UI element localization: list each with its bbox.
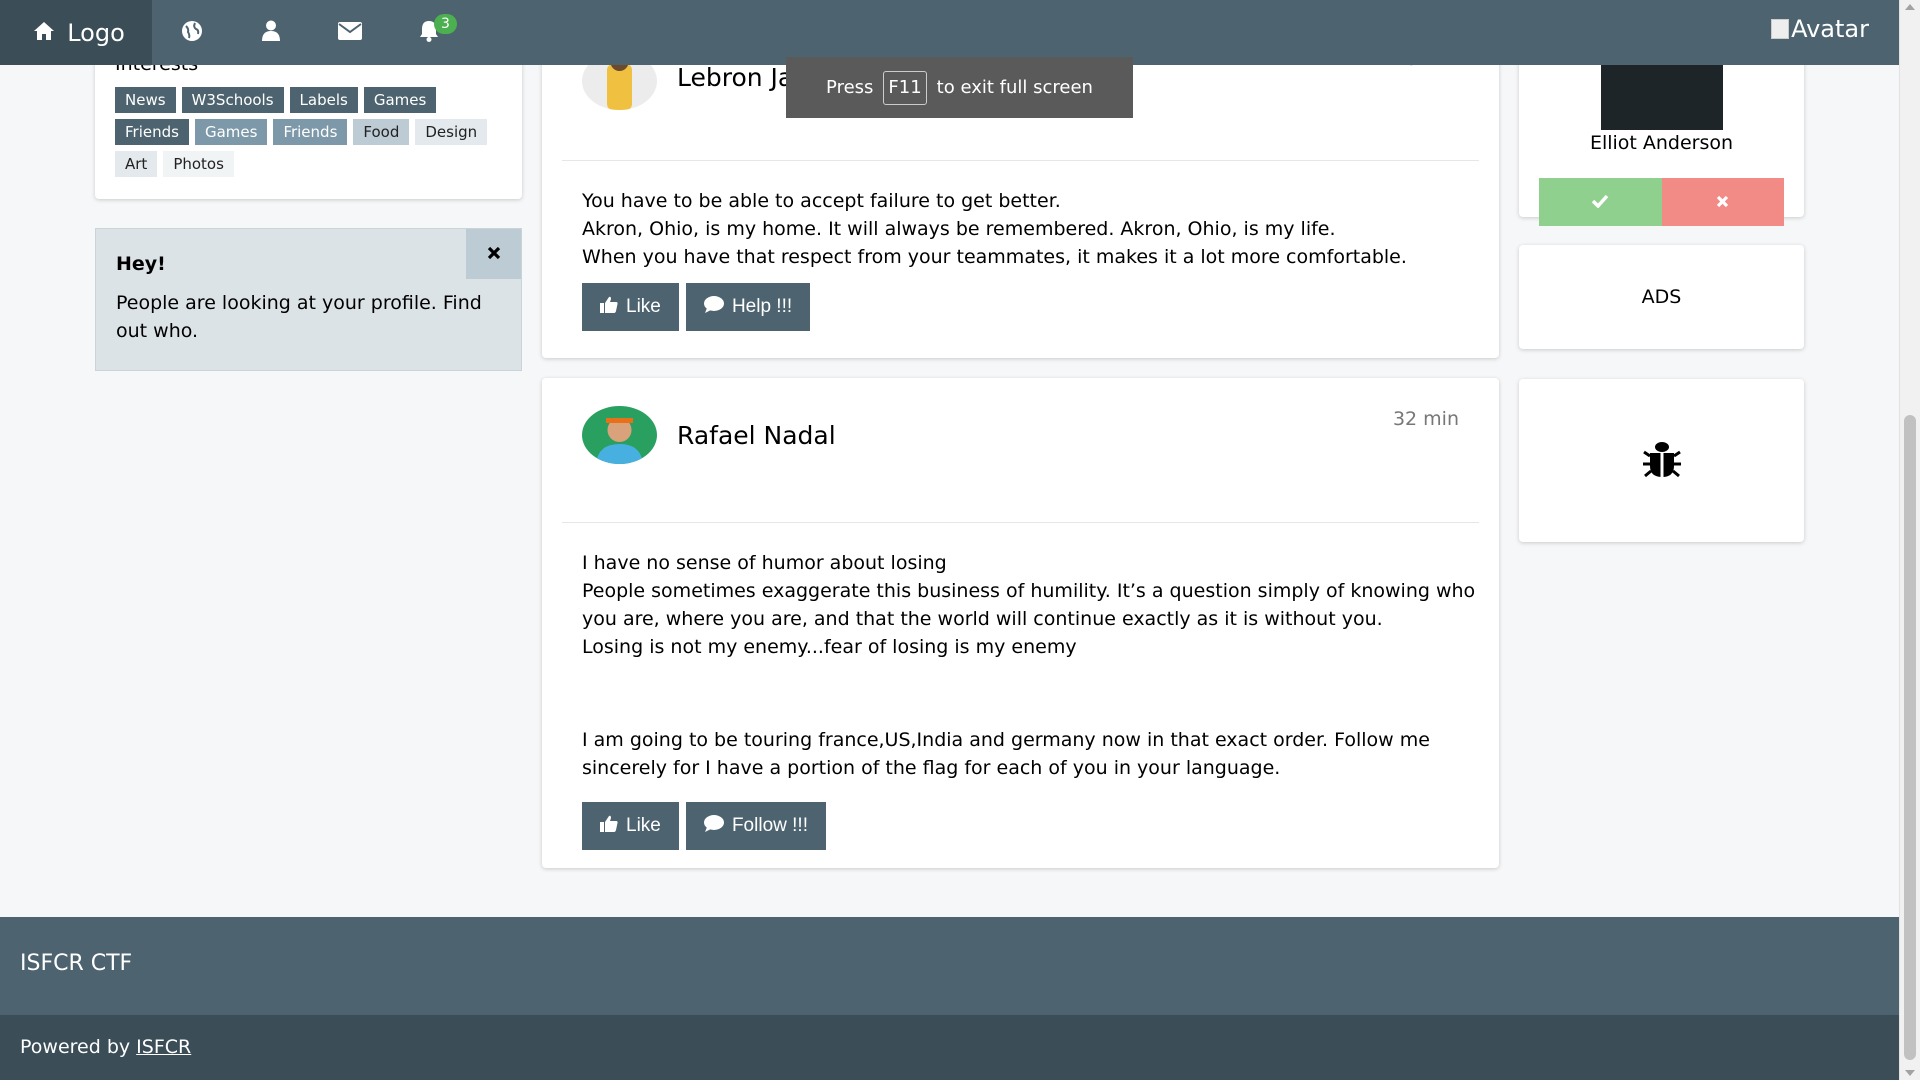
post-line: I have no sense of humor about losing: [582, 552, 947, 574]
footer-credits: Powered by ISFCR: [0, 1015, 1899, 1080]
interest-tag[interactable]: Friends: [115, 119, 189, 145]
isfcr-link[interactable]: ISFCR: [136, 1036, 191, 1058]
post-line: Losing is not my enemy...fear of losing …: [582, 636, 1077, 658]
interests-tags: News W3Schools Labels Games Friends Game…: [115, 87, 505, 177]
comment-icon: [703, 814, 724, 838]
toast-prefix: Press: [826, 77, 874, 98]
like-label: Like: [626, 296, 661, 317]
bug-card: [1519, 379, 1804, 542]
alert-close-button[interactable]: [466, 229, 521, 279]
like-button[interactable]: Like: [582, 802, 679, 850]
thumbs-up-icon: [600, 815, 618, 838]
bug-icon[interactable]: [1641, 438, 1683, 484]
post-header: Rafael Nadal 32 min: [562, 378, 1479, 522]
friend-request-actions: [1539, 178, 1784, 226]
post-actions: Like Follow !!!: [562, 802, 1479, 850]
notifications-link[interactable]: 3: [389, 0, 468, 65]
logo-label: Logo: [67, 18, 125, 47]
profile-views-alert: Hey! People are looking at your profile.…: [95, 228, 522, 371]
home-icon: [33, 19, 55, 47]
interest-tag[interactable]: Design: [415, 119, 488, 145]
page-scrollbar[interactable]: [1899, 0, 1920, 1080]
top-navbar: Logo 3 Avatar: [0, 0, 1899, 65]
user-icon: [261, 20, 280, 45]
interest-tag[interactable]: Friends: [273, 119, 348, 145]
scroll-up-arrow-icon[interactable]: [1905, 4, 1915, 10]
footer: ISFCR CTF: [0, 917, 1899, 1015]
follow-button[interactable]: Follow !!!: [685, 802, 826, 850]
interest-tag[interactable]: Food: [353, 119, 410, 145]
interest-tag[interactable]: News: [115, 87, 176, 113]
interest-tag[interactable]: Photos: [163, 151, 234, 177]
interest-tag[interactable]: Games: [194, 119, 268, 145]
fullscreen-toast: Press F11 to exit full screen: [786, 57, 1133, 118]
profile-link[interactable]: [231, 0, 310, 65]
post-card: Rafael Nadal 32 min I have no sense of h…: [542, 378, 1499, 868]
post-author-name[interactable]: Rafael Nadal: [677, 421, 836, 450]
footer-title: ISFCR CTF: [20, 951, 133, 976]
like-label: Like: [626, 815, 661, 836]
post-body: You have to be able to accept failure to…: [562, 187, 1479, 271]
post-line: People sometimes exaggerate this busines…: [582, 580, 1476, 630]
interest-tag[interactable]: W3Schools: [181, 87, 284, 113]
comment-icon: [703, 295, 724, 319]
post-line: Akron, Ohio, is my home. It will always …: [582, 218, 1336, 240]
notification-badge: 3: [434, 14, 457, 34]
interest-tag[interactable]: Games: [363, 87, 437, 113]
avatar-alt-text: Avatar: [1791, 15, 1869, 43]
follow-label: Follow !!!: [731, 815, 808, 836]
post-line: You have to be able to accept failure to…: [582, 190, 1061, 212]
post-divider: [562, 160, 1479, 161]
post-actions: Like Help !!!: [562, 283, 1479, 331]
scroll-thumb[interactable]: [1904, 415, 1916, 1060]
help-label: Help !!!: [731, 296, 793, 317]
globe-link[interactable]: [152, 0, 231, 65]
accept-button[interactable]: [1539, 178, 1662, 226]
alert-message: People are looking at your profile. Find…: [116, 292, 482, 342]
messages-link[interactable]: [310, 0, 389, 65]
broken-image-icon: [1771, 19, 1790, 39]
post-divider: [562, 522, 1479, 523]
decline-button[interactable]: [1661, 178, 1784, 226]
post-extra-text: I am going to be touring france,US,India…: [582, 729, 1430, 779]
powered-by-text: Powered by: [20, 1036, 131, 1058]
interest-tag[interactable]: Labels: [289, 87, 358, 113]
post-line: When you have that respect from your tea…: [582, 246, 1407, 268]
toast-suffix: to exit full screen: [936, 77, 1093, 98]
interest-tag[interactable]: Art: [115, 151, 158, 177]
post-body: I have no sense of humor about losing Pe…: [562, 549, 1479, 782]
check-icon: [1591, 193, 1609, 212]
thumbs-up-icon: [600, 296, 618, 319]
help-button[interactable]: Help !!!: [685, 283, 811, 331]
ads-label: ADS: [1641, 286, 1682, 308]
post-author-avatar[interactable]: [582, 406, 657, 464]
post-time: 32 min: [1392, 408, 1459, 430]
ads-card: ADS: [1519, 245, 1804, 349]
avatar[interactable]: Avatar: [1771, 15, 1869, 43]
friend-name: Elliot Anderson: [1589, 132, 1734, 154]
like-button[interactable]: Like: [582, 283, 679, 331]
envelope-icon: [337, 21, 362, 44]
globe-icon: [181, 20, 203, 46]
home-logo-link[interactable]: Logo: [0, 0, 152, 65]
scroll-down-arrow-icon[interactable]: [1905, 1070, 1915, 1076]
toast-key: F11: [883, 70, 927, 105]
close-icon: [487, 245, 501, 264]
close-icon: [1716, 193, 1729, 212]
friend-photo: [1601, 65, 1723, 130]
alert-title: Hey!: [116, 253, 166, 275]
